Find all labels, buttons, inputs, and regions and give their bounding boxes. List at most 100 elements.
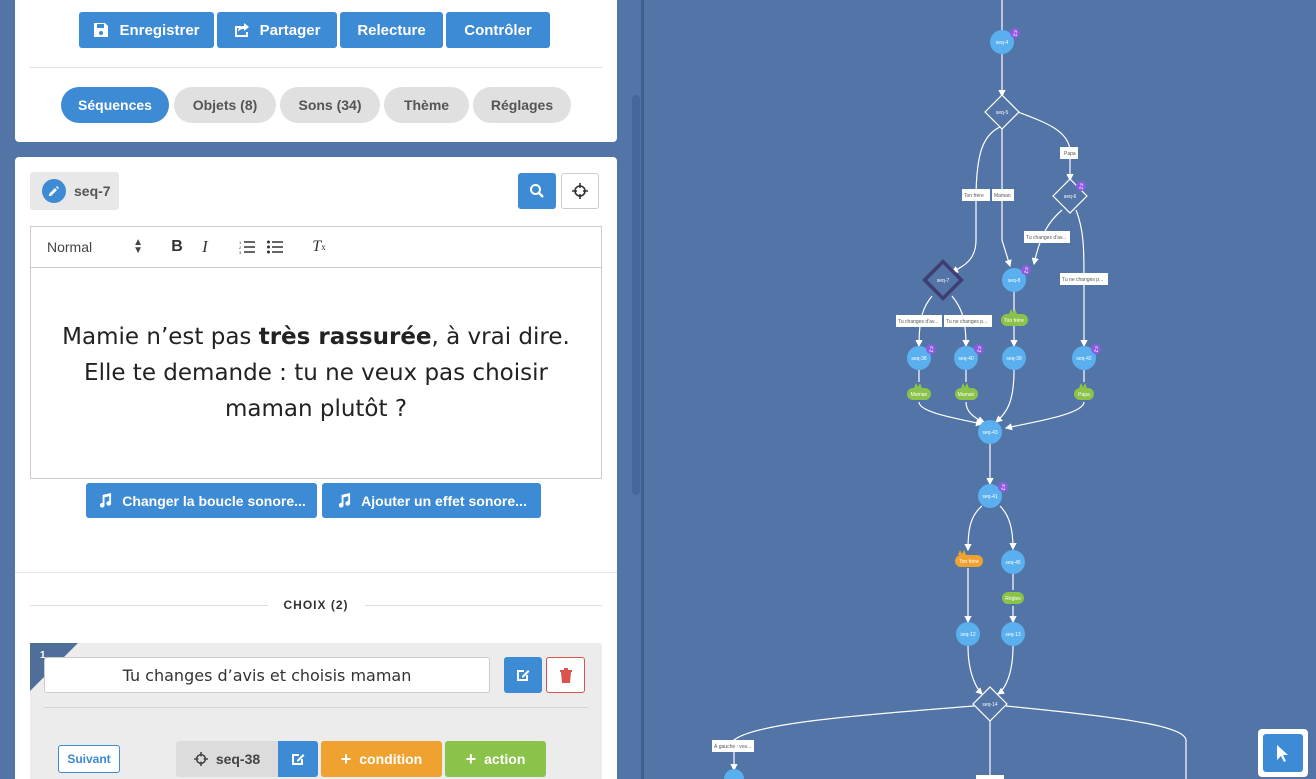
svg-text:♫: ♫ [1078,183,1084,191]
sequence-editor-card: seq-7 Normal ▲ ▼ B I 123 Tx Mamie n’est p… [15,157,617,779]
trash-icon [559,668,572,683]
tab-label: Séquences [78,97,152,113]
edit-icon [517,670,530,681]
add-effect-label: Ajouter un effet sonore... [361,492,527,509]
top-toolbar-card: Enregistrer Partager Relecture Contrôler… [15,0,617,142]
divider [30,67,602,68]
svg-text:Maman: Maman [958,392,975,398]
plus-icon: + [465,748,477,769]
scrollbar[interactable] [632,95,640,495]
svg-text:seq-45: seq-45 [1005,560,1021,566]
section-divider [15,572,617,573]
bullet-list-icon[interactable] [261,237,289,257]
add-action-button[interactable]: + action [445,741,546,777]
choices-title: CHOIX (2) [283,598,349,612]
add-condition-button[interactable]: + condition [321,741,442,777]
crown-icon [1079,383,1087,388]
svg-text:seq-38: seq-38 [911,356,927,362]
italic-icon[interactable]: I [191,237,219,257]
svg-text:seq-14: seq-14 [982,702,998,708]
svg-text:seq-43: seq-43 [982,430,998,436]
tab-theme[interactable]: Thème [384,87,469,123]
tab-objects[interactable]: Objets (8) [174,87,276,123]
search-button[interactable] [518,173,556,209]
edge-label-text: Tu ne changes p... [946,319,987,325]
change-loop-button[interactable]: Changer la boucle sonore... [86,483,317,518]
sort-icon: ▲ ▼ [133,237,143,256]
music-badge: ♫ [1021,265,1031,275]
text-line-1: Mamie n’est pas très rassurée, à vrai di… [62,324,570,350]
ordered-list-icon[interactable]: 123 [233,237,261,257]
edit-target-button[interactable] [278,741,318,777]
svg-text:seq-42: seq-42 [1076,356,1092,362]
choice-card: 1 Tu changes d’avis et choisis maman Sui… [30,643,602,779]
save-button[interactable]: Enregistrer [79,12,214,48]
graph-node-partial [976,775,1004,779]
sequence-text-editor[interactable]: Mamie n’est pas très rassurée, à vrai di… [30,267,602,479]
choice-divider [44,707,588,708]
format-select[interactable]: Normal ▲ ▼ [47,237,143,256]
locate-button[interactable] [561,173,599,209]
choice-text: Tu changes d’avis et choisis maman [122,665,412,685]
select-tool-button[interactable] [1258,729,1308,777]
svg-text:seq-13: seq-13 [1005,632,1021,638]
bold-icon[interactable]: B [163,237,191,257]
crown-icon [1009,309,1017,314]
svg-text:♫: ♫ [1012,30,1018,38]
action-label: action [484,751,526,767]
next-label: Suivant [67,752,111,766]
save-icon [94,23,109,37]
search-icon [530,184,544,198]
music-badge: ♫ [998,482,1008,492]
crown-icon [961,383,969,388]
svg-text:♫: ♫ [1093,346,1099,354]
svg-text:seq-6: seq-6 [1064,194,1077,200]
svg-text:Règles: Règles [1005,596,1021,602]
crosshair-icon [193,752,208,766]
music-badge: ♫ [974,344,984,354]
check-button[interactable]: Contrôler [446,12,550,48]
svg-text:seq-40: seq-40 [958,356,974,362]
svg-text:seq-7: seq-7 [937,278,950,284]
svg-text:♫: ♫ [928,346,934,354]
svg-text:♫: ♫ [976,346,982,354]
music-icon [338,493,351,508]
tab-label: Sons (34) [298,97,362,113]
next-badge[interactable]: Suivant [58,745,120,773]
review-button[interactable]: Relecture [340,12,443,48]
edit-choice-button[interactable] [504,657,542,693]
story-graph[interactable]: Papa Ton frère Maman Tu changes d'av... … [644,0,1316,779]
target-sequence[interactable]: seq-38 [176,741,278,777]
edit-icon [292,754,305,765]
header-line [30,604,268,606]
add-effect-button[interactable]: Ajouter un effet sonore... [322,483,541,518]
choice-text-field[interactable]: Tu changes d’avis et choisis maman [44,657,490,693]
text-line-3: maman plutôt ? [224,396,408,422]
svg-text:Ton frère: Ton frère [1004,318,1024,324]
left-panel: Enregistrer Partager Relecture Contrôler… [0,0,632,779]
crown-icon [914,383,922,388]
condition-label: condition [359,751,423,767]
svg-text:♫: ♫ [1023,267,1029,275]
clear-format-icon[interactable]: Tx [305,237,333,257]
choices-header: CHOIX (2) [30,598,603,612]
tab-settings[interactable]: Réglages [473,87,571,123]
target-label: seq-38 [215,751,261,767]
edge-label-text: À gauche : vos... [714,743,751,750]
tab-label: Objets (8) [192,97,258,113]
delete-choice-button[interactable] [546,657,585,693]
crown-icon [958,550,966,555]
edge-label-text: Ton frère [964,193,984,199]
svg-text:seq-41: seq-41 [982,494,998,500]
share-button[interactable]: Partager [217,12,337,48]
sequence-name-chip[interactable]: seq-7 [30,172,119,210]
tab-sounds[interactable]: Sons (34) [280,87,380,123]
share-label: Partager [259,21,321,39]
svg-text:seq-8: seq-8 [1008,278,1021,284]
music-badge: ♫ [926,344,936,354]
graph-canvas: Papa Ton frère Maman Tu changes d'av... … [712,0,1187,779]
format-select-value: Normal [47,239,93,255]
music-badges: ♫ ♫ ♫ ♫ ♫ ♫ ♫ [926,28,1101,492]
tab-sequences[interactable]: Séquences [61,87,169,123]
tab-label: Réglages [490,97,554,113]
